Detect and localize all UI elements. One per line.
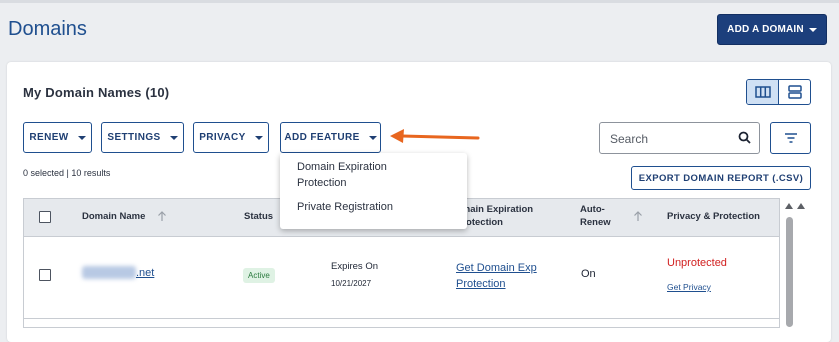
settings-label: SETTINGS (107, 132, 161, 143)
card-title: My Domain Names (10) (23, 85, 170, 100)
expires-label: Expires On (331, 261, 378, 272)
domain-link[interactable]: .net (136, 267, 154, 279)
row-checkbox[interactable] (39, 269, 51, 281)
sort-arrow-icon[interactable] (633, 210, 643, 222)
menu-item-domain-expiration[interactable]: Domain Expiration Protection (297, 159, 437, 191)
chevron-down-icon (77, 135, 86, 140)
columns-icon (754, 86, 771, 98)
header-auto-renew[interactable]: Auto-Renew (580, 203, 616, 229)
row-divider (24, 318, 779, 319)
list-view-button[interactable] (778, 80, 810, 104)
rows-icon (787, 85, 802, 99)
page-title: Domains (8, 18, 87, 40)
filter-icon (784, 133, 797, 143)
add-domain-button[interactable]: ADD A DOMAIN (717, 14, 827, 45)
grid-view-button[interactable] (747, 80, 778, 104)
menu-item-private-registration[interactable]: Private Registration (297, 199, 393, 215)
scrollbar-thumb[interactable] (786, 217, 793, 327)
privacy-status: Unprotected (667, 257, 727, 269)
settings-button[interactable]: SETTINGS (101, 122, 184, 153)
search-placeholder: Search (610, 132, 649, 146)
results-count: 0 selected | 10 results (23, 168, 111, 178)
add-feature-menu: Domain Expiration Protection Private Reg… (280, 153, 467, 229)
renew-button[interactable]: RENEW (23, 122, 92, 153)
privacy-button[interactable]: PRIVACY (193, 122, 269, 153)
add-feature-button[interactable]: ADD FEATURE (280, 122, 381, 153)
get-privacy-link[interactable]: Get Privacy (667, 282, 711, 292)
header-domain-name[interactable]: Domain Name (82, 210, 145, 223)
header-expiration-protection[interactable]: omain Expiration Protection (456, 203, 561, 229)
expires-date: 10/21/2027 (331, 279, 372, 288)
chevron-down-icon (169, 135, 178, 140)
header-status[interactable]: Status (244, 210, 273, 223)
chevron-down-icon (368, 135, 377, 140)
filter-button[interactable] (770, 122, 811, 154)
scroll-up-icon[interactable] (785, 203, 793, 209)
redacted-domain-name (82, 266, 136, 279)
chevron-down-icon (808, 27, 817, 32)
search-icon[interactable] (738, 131, 751, 144)
privacy-label: PRIVACY (199, 132, 246, 143)
scrollbar[interactable] (784, 203, 805, 327)
view-toggle (746, 79, 811, 105)
renew-label: RENEW (29, 132, 69, 143)
sort-arrow-icon[interactable] (157, 210, 167, 222)
auto-renew-value: On (581, 268, 596, 280)
top-border (0, 0, 839, 3)
scroll-up-icon[interactable] (797, 203, 805, 209)
header-privacy[interactable]: Privacy & Protection (667, 210, 760, 223)
chevron-down-icon (254, 135, 263, 140)
add-domain-label: ADD A DOMAIN (727, 24, 804, 35)
annotation-arrow-icon (390, 129, 480, 143)
select-all-checkbox[interactable] (39, 211, 51, 223)
add-feature-label: ADD FEATURE (284, 132, 360, 143)
export-report-button[interactable]: EXPORT DOMAIN REPORT (.CSV) (631, 166, 811, 190)
search-input[interactable]: Search (599, 122, 760, 154)
status-badge: Active (243, 268, 275, 283)
get-exp-protection-link[interactable]: Get Domain Exp Protection (456, 260, 551, 292)
